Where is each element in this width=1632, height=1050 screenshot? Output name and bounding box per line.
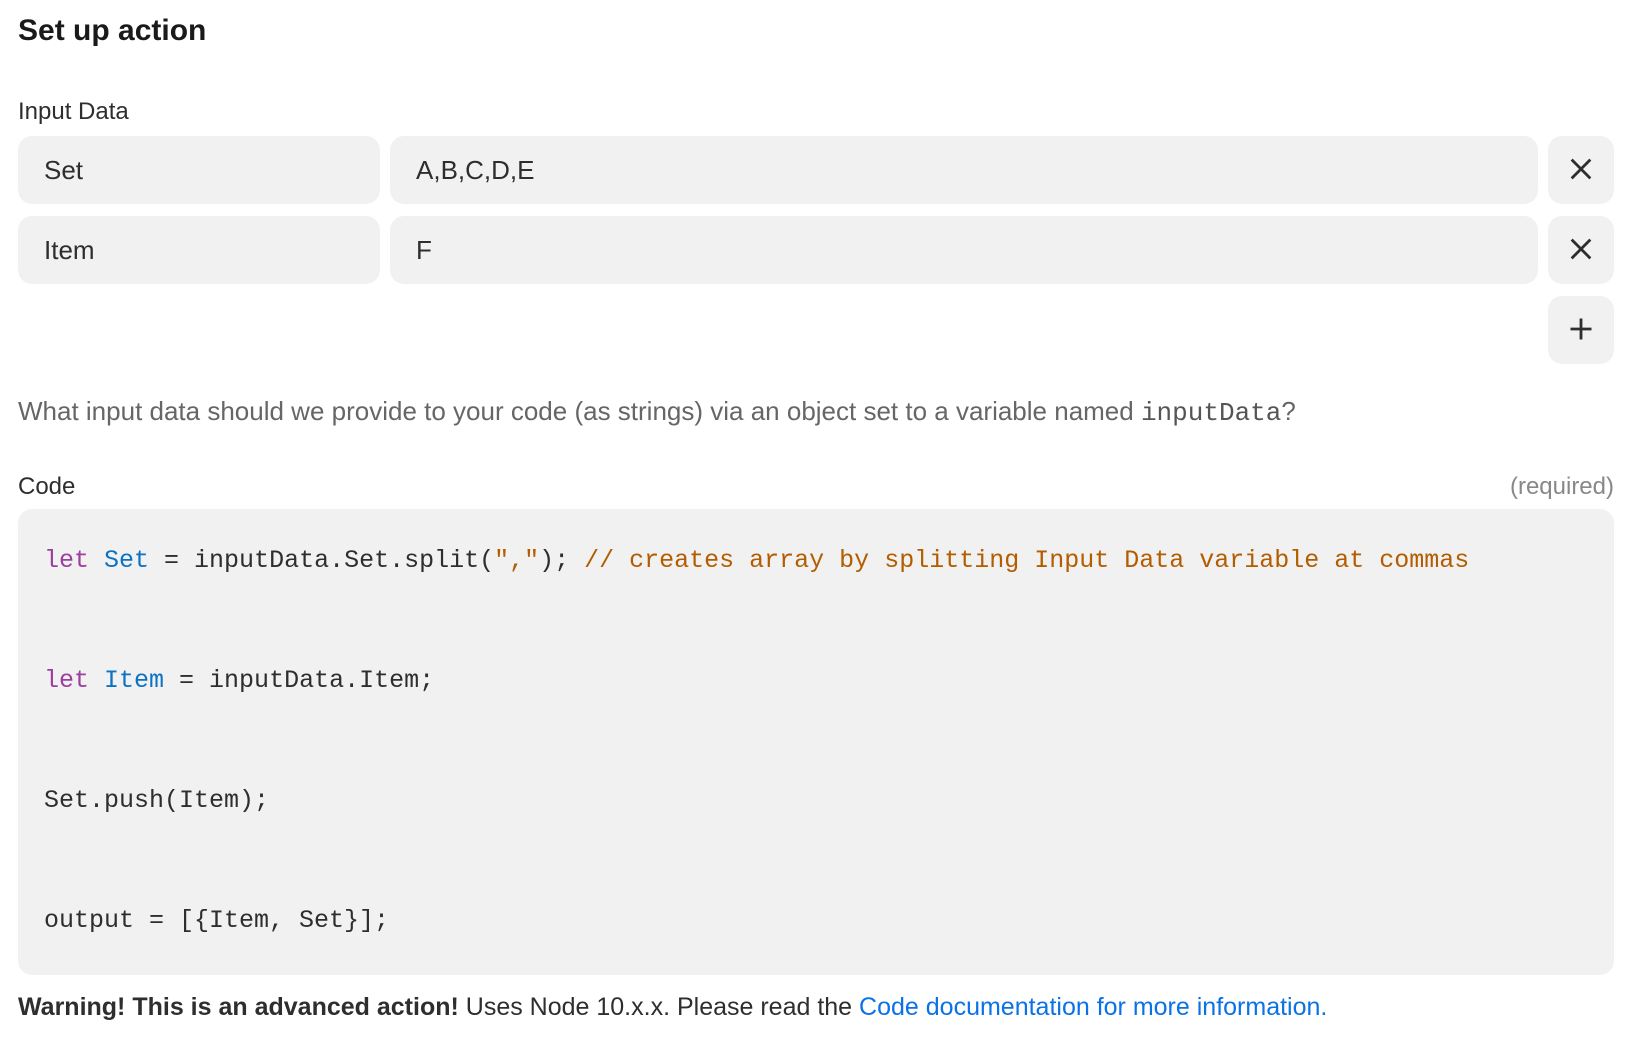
close-icon — [1567, 235, 1595, 266]
remove-row-button[interactable] — [1548, 216, 1614, 284]
code-token: Set.push(Item); — [44, 786, 269, 815]
code-editor[interactable]: let Set = inputData.Set.split(","); // c… — [18, 509, 1614, 975]
code-token: = inputData.Item; — [164, 666, 434, 695]
code-label: Code — [18, 473, 75, 501]
help-text-suffix: ? — [1281, 396, 1295, 426]
code-token: // creates array by splitting Input Data… — [584, 546, 1469, 575]
code-token: let — [44, 666, 89, 695]
input-value-field[interactable] — [390, 136, 1538, 204]
input-data-help: What input data should we provide to you… — [18, 392, 1614, 433]
code-token: output = [{Item, Set}]; — [44, 906, 389, 935]
input-key-field[interactable] — [18, 216, 380, 284]
code-required-label: (required) — [1510, 473, 1614, 501]
code-token: let — [44, 546, 89, 575]
input-key-field[interactable] — [18, 136, 380, 204]
close-icon — [1567, 155, 1595, 186]
warning-bold: Warning! This is an advanced action! — [18, 993, 459, 1021]
input-data-row — [18, 216, 1614, 284]
input-value-field[interactable] — [390, 216, 1538, 284]
add-row-button[interactable] — [1548, 296, 1614, 364]
warning-plain: Uses Node 10.x.x. Please read the — [459, 993, 859, 1021]
input-data-row — [18, 136, 1614, 204]
input-data-rows — [18, 136, 1614, 284]
help-text-prefix: What input data should we provide to you… — [18, 396, 1141, 426]
code-token: = inputData.Set.split( — [149, 546, 494, 575]
input-data-label: Input Data — [18, 98, 1614, 126]
code-documentation-link[interactable]: Code documentation for more information. — [859, 993, 1327, 1021]
code-token: ); — [539, 546, 584, 575]
code-token: Item — [104, 666, 164, 695]
warning-text: Warning! This is an advanced action! Use… — [18, 989, 1614, 1027]
section-title: Set up action — [18, 14, 1614, 48]
help-text-var: inputData — [1141, 398, 1281, 428]
code-token: "," — [494, 546, 539, 575]
plus-icon — [1567, 315, 1595, 346]
remove-row-button[interactable] — [1548, 136, 1614, 204]
code-token: Set — [104, 546, 149, 575]
